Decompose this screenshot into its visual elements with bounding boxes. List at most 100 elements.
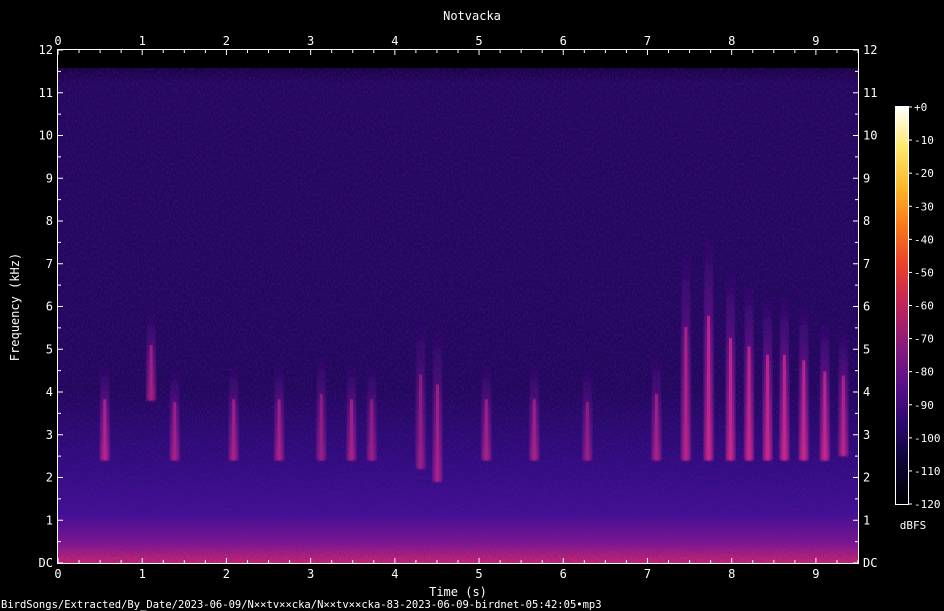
y-tick-label-left: 10	[39, 129, 53, 143]
colorbar-tick-label: -30	[914, 200, 934, 213]
y-tick-label-right: 11	[863, 86, 877, 100]
y-tick-label-left: 7	[46, 257, 53, 271]
bird-call	[367, 366, 377, 461]
colorbar-tick-label: -90	[914, 399, 934, 412]
y-tick-label-left: 4	[46, 385, 53, 399]
bird-call	[763, 297, 773, 461]
y-tick-label-left: DC	[39, 556, 53, 570]
y-tick-label-right: 10	[863, 129, 877, 143]
bird-call-core	[654, 393, 658, 461]
colorbar-tick-label: +0	[914, 101, 927, 114]
bird-call-core	[103, 399, 107, 461]
bird-call	[347, 366, 357, 461]
y-tick-label-left: 3	[46, 428, 53, 442]
colorbar-tick-label: -70	[914, 333, 934, 346]
x-tick-label-bottom: 3	[307, 567, 314, 581]
bird-call-core	[149, 344, 153, 401]
bird-call-core	[532, 399, 536, 461]
file-path: BirdSongs/Extracted/By_Date/2023-06-09/N…	[1, 599, 602, 611]
spectrogram-figure: Notvacka 00112233445566778899 DC DC1 12 23 3…	[1, 9, 941, 611]
colorbar-tick-label: -80	[914, 366, 934, 379]
bird-call	[229, 366, 239, 461]
y-tick-label-left: 5	[46, 342, 53, 356]
y-tick-label-right: 5	[863, 342, 870, 356]
bird-call-core	[766, 354, 770, 461]
bird-call-core	[747, 346, 751, 461]
x-tick-label-top: 3	[307, 34, 314, 48]
bird-call-core	[684, 327, 688, 461]
bird-call	[529, 366, 539, 461]
x-tick-label-bottom: 7	[644, 567, 651, 581]
y-tick-label-right: 2	[863, 471, 870, 485]
colorbar-tick-label: -100	[914, 432, 941, 445]
y-tick-label-right: 3	[863, 428, 870, 442]
bird-call-core	[435, 384, 439, 482]
y-tick-label-left: 9	[46, 171, 53, 185]
y-axis-label: Frequency (kHz)	[8, 253, 22, 361]
x-tick-label-bottom: 9	[812, 567, 819, 581]
bird-call	[481, 366, 491, 461]
x-tick-label-bottom: 4	[391, 567, 398, 581]
bird-call-core	[585, 402, 589, 461]
y-tick-label-right: 4	[863, 385, 870, 399]
y-tick-label-right: 12	[863, 43, 877, 57]
bird-call	[100, 366, 110, 461]
y-tick-label-right: DC	[863, 556, 877, 570]
x-tick-label-top: 0	[54, 34, 61, 48]
bird-call	[726, 272, 735, 461]
bird-call	[170, 370, 180, 461]
x-tick-label-bottom: 1	[139, 567, 146, 581]
colorbar-tick-label: -10	[914, 134, 934, 147]
x-axis-label: Time (s)	[429, 585, 487, 599]
bird-call	[799, 306, 809, 461]
x-tick-label-bottom: 0	[54, 567, 61, 581]
bird-call	[416, 323, 426, 469]
spectrum-noise	[58, 68, 858, 563]
colorbar: +0 -10 -20 -30 -40 -50 -60 -70 -80 -90 -100 -110 -12…	[895, 101, 941, 532]
x-tick-label-bottom: 8	[728, 567, 735, 581]
bird-call	[582, 370, 592, 461]
bird-call-core	[484, 399, 488, 461]
colorbar-tick-label: -20	[914, 167, 934, 180]
y-tick-label-left: 2	[46, 471, 53, 485]
bird-call-core	[370, 399, 374, 461]
bird-call	[820, 323, 830, 461]
bird-call	[146, 315, 156, 401]
chart-title: Notvacka	[443, 9, 501, 23]
colorbar-tick-label: -40	[914, 233, 934, 246]
bird-call	[779, 297, 789, 461]
y-tick-label-left: 1	[46, 513, 53, 527]
y-tick-label-right: 1	[863, 513, 870, 527]
colorbar-label: dBFS	[900, 519, 927, 532]
x-tick-label-top: 7	[644, 34, 651, 48]
bird-call-core	[802, 360, 806, 461]
bird-call-core	[319, 393, 323, 461]
bird-call-core	[277, 399, 281, 461]
bird-call-core	[350, 399, 354, 461]
y-tick-label-right: 9	[863, 171, 870, 185]
bird-call-core	[729, 338, 732, 461]
y-tick-label-left: 11	[39, 86, 53, 100]
colorbar-strip	[896, 107, 908, 504]
bird-call	[651, 357, 661, 461]
y-tick-label-left: 8	[46, 214, 53, 228]
colorbar-ticks: +0 -10 -20 -30 -40 -50 -60 -70 -80 -90 -100 -110 -12…	[908, 101, 941, 511]
bird-call	[744, 285, 754, 461]
x-tick-label-top: 5	[475, 34, 482, 48]
bird-call	[316, 357, 326, 461]
x-tick-label-top: 9	[812, 34, 819, 48]
bird-call-core	[707, 315, 711, 461]
y-tick-label-right: 7	[863, 257, 870, 271]
bird-call	[838, 332, 848, 457]
y-tick-label-left: 12	[39, 43, 53, 57]
colorbar-tick-label: -60	[914, 300, 934, 313]
colorbar-tick-label: -110	[914, 465, 941, 478]
x-tick-label-bottom: 5	[475, 567, 482, 581]
colorbar-tick-label: -120	[914, 498, 941, 511]
x-tick-label-top: 6	[560, 34, 567, 48]
bird-call	[704, 238, 714, 461]
x-tick-label-bottom: 6	[560, 567, 567, 581]
x-tick-label-top: 2	[223, 34, 230, 48]
x-tick-label-top: 1	[139, 34, 146, 48]
bird-call	[432, 332, 442, 482]
